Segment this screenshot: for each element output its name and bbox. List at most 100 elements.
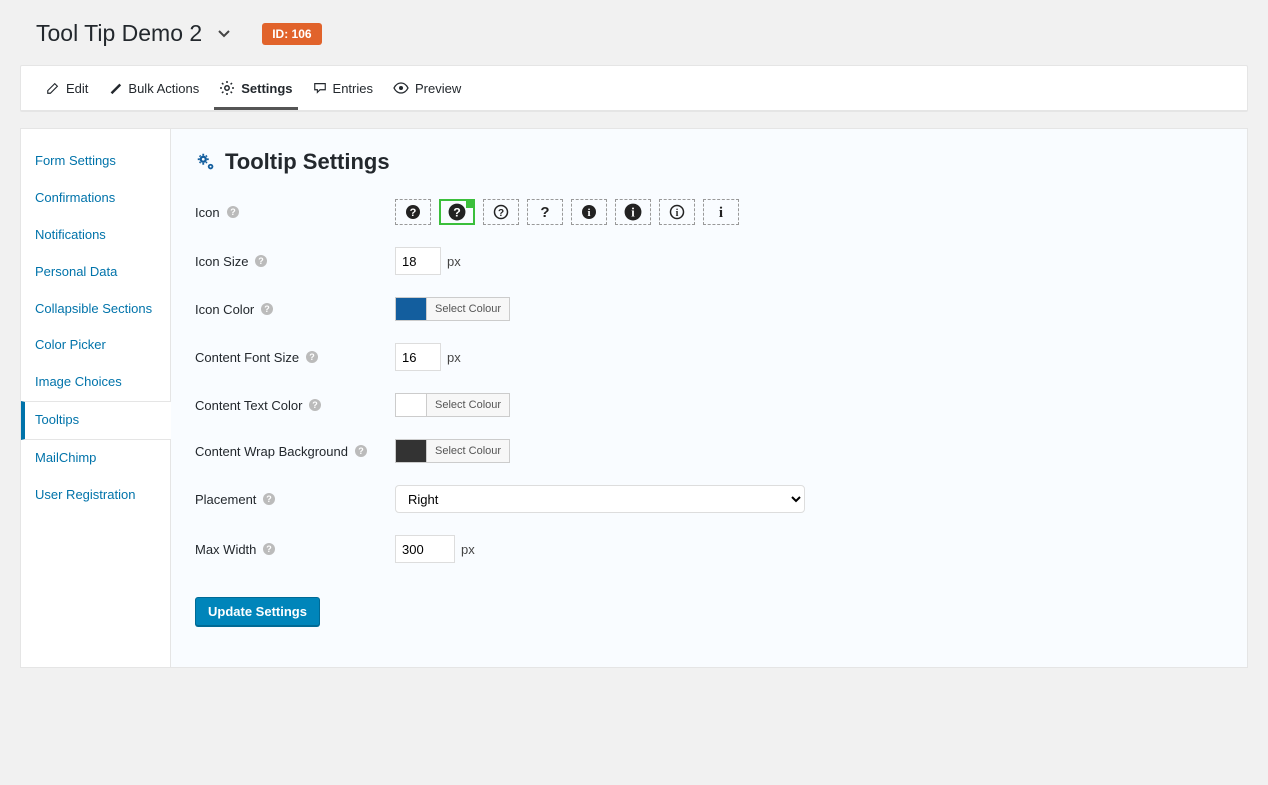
- row-placement: Placement ? Right: [195, 485, 1223, 513]
- sidebar-item-user-registration[interactable]: User Registration: [21, 477, 170, 514]
- tabs-card: Edit Bulk Actions Settings Entries Previ…: [20, 65, 1248, 112]
- content-card: Form Settings Confirmations Notification…: [20, 128, 1248, 668]
- help-icon[interactable]: ?: [262, 542, 276, 556]
- tab-edit[interactable]: Edit: [36, 66, 98, 110]
- edit-icon: [46, 81, 60, 95]
- label-content-wrap-bg: Content Wrap Background: [195, 444, 348, 459]
- label-content-font-size: Content Font Size: [195, 350, 299, 365]
- sidebar-item-collapsible-sections[interactable]: Collapsible Sections: [21, 291, 170, 328]
- main-title: Tooltip Settings: [195, 149, 1223, 175]
- icon-choice-3[interactable]: ?: [527, 199, 563, 225]
- row-max-width: Max Width ? px: [195, 535, 1223, 563]
- svg-text:?: ?: [453, 206, 461, 220]
- icon-choices: ? ? ? ? i: [395, 199, 739, 225]
- svg-text:?: ?: [267, 544, 273, 554]
- help-icon[interactable]: ?: [262, 492, 276, 506]
- pencil-icon: [108, 81, 122, 95]
- content-wrap-bg-swatch[interactable]: [395, 439, 427, 463]
- icon-choice-4[interactable]: i: [571, 199, 607, 225]
- label-icon-size: Icon Size: [195, 254, 248, 269]
- svg-text:?: ?: [410, 207, 417, 219]
- icon-color-button[interactable]: Select Colour: [427, 297, 510, 321]
- row-icon-color: Icon Color ? Select Colour: [195, 297, 1223, 321]
- svg-text:?: ?: [259, 256, 265, 266]
- label-max-width: Max Width: [195, 542, 256, 557]
- svg-text:?: ?: [309, 352, 315, 362]
- row-content-text-color: Content Text Color ? Select Colour: [195, 393, 1223, 417]
- page-header: Tool Tip Demo 2 ID: 106: [20, 10, 1248, 65]
- px-suffix: px: [447, 254, 461, 269]
- svg-text:i: i: [631, 206, 635, 220]
- sidebar-item-form-settings[interactable]: Form Settings: [21, 143, 170, 180]
- icon-color-swatch[interactable]: [395, 297, 427, 321]
- help-icon[interactable]: ?: [254, 254, 268, 268]
- sidebar-item-notifications[interactable]: Notifications: [21, 217, 170, 254]
- sidebar-item-image-choices[interactable]: Image Choices: [21, 364, 170, 401]
- sidebar-item-confirmations[interactable]: Confirmations: [21, 180, 170, 217]
- tab-label: Bulk Actions: [128, 81, 199, 96]
- svg-text:?: ?: [265, 304, 271, 314]
- label-content-text-color: Content Text Color: [195, 398, 302, 413]
- icon-size-input[interactable]: [395, 247, 441, 275]
- content-wrap-bg-button[interactable]: Select Colour: [427, 439, 510, 463]
- tabs: Edit Bulk Actions Settings Entries Previ…: [21, 66, 1247, 111]
- sidebar-item-personal-data[interactable]: Personal Data: [21, 254, 170, 291]
- label-icon: Icon: [195, 205, 220, 220]
- svg-text:i: i: [719, 205, 723, 220]
- icon-choice-2[interactable]: ?: [483, 199, 519, 225]
- tab-label: Edit: [66, 81, 88, 96]
- help-icon[interactable]: ?: [308, 398, 322, 412]
- help-icon[interactable]: ?: [305, 350, 319, 364]
- id-badge: ID: 106: [262, 23, 321, 45]
- gears-icon: [195, 151, 217, 173]
- row-icon: Icon ? ? ? ? ?: [195, 199, 1223, 225]
- tab-bulk-actions[interactable]: Bulk Actions: [98, 66, 209, 110]
- gear-icon: [219, 80, 235, 96]
- help-icon[interactable]: ?: [354, 444, 368, 458]
- tab-settings[interactable]: Settings: [209, 66, 302, 110]
- update-settings-button[interactable]: Update Settings: [195, 597, 320, 626]
- row-content-wrap-bg: Content Wrap Background ? Select Colour: [195, 439, 1223, 463]
- icon-choice-1[interactable]: ?: [439, 199, 475, 225]
- sidebar-item-mailchimp[interactable]: MailChimp: [21, 440, 170, 477]
- settings-sidebar: Form Settings Confirmations Notification…: [21, 129, 171, 667]
- row-icon-size: Icon Size ? px: [195, 247, 1223, 275]
- svg-text:?: ?: [267, 494, 273, 504]
- svg-text:i: i: [587, 207, 590, 219]
- placement-select[interactable]: Right: [395, 485, 805, 513]
- page-title: Tool Tip Demo 2: [36, 20, 202, 47]
- label-placement: Placement: [195, 492, 256, 507]
- tab-label: Settings: [241, 81, 292, 96]
- content-font-size-input[interactable]: [395, 343, 441, 371]
- svg-text:?: ?: [313, 400, 319, 410]
- px-suffix: px: [461, 542, 475, 557]
- help-icon[interactable]: ?: [226, 205, 240, 219]
- svg-text:?: ?: [540, 204, 549, 220]
- tab-label: Preview: [415, 81, 461, 96]
- svg-text:?: ?: [358, 446, 364, 456]
- main-title-text: Tooltip Settings: [225, 149, 390, 175]
- row-content-font-size: Content Font Size ? px: [195, 343, 1223, 371]
- svg-text:?: ?: [230, 207, 236, 217]
- max-width-input[interactable]: [395, 535, 455, 563]
- icon-choice-5[interactable]: i: [615, 199, 651, 225]
- sidebar-item-tooltips[interactable]: Tooltips: [21, 401, 171, 440]
- chevron-down-icon[interactable]: [216, 26, 232, 42]
- main-panel: Tooltip Settings Icon ? ? ?: [171, 129, 1247, 667]
- help-icon[interactable]: ?: [260, 302, 274, 316]
- icon-choice-0[interactable]: ?: [395, 199, 431, 225]
- sidebar-item-color-picker[interactable]: Color Picker: [21, 327, 170, 364]
- content-text-color-swatch[interactable]: [395, 393, 427, 417]
- eye-icon: [393, 81, 409, 95]
- svg-text:?: ?: [498, 208, 504, 219]
- icon-choice-6[interactable]: i: [659, 199, 695, 225]
- tab-entries[interactable]: Entries: [303, 66, 383, 110]
- px-suffix: px: [447, 350, 461, 365]
- tab-label: Entries: [333, 81, 373, 96]
- icon-choice-7[interactable]: i: [703, 199, 739, 225]
- comment-icon: [313, 81, 327, 95]
- tab-preview[interactable]: Preview: [383, 66, 471, 110]
- content-text-color-button[interactable]: Select Colour: [427, 393, 510, 417]
- svg-text:i: i: [676, 208, 679, 219]
- label-icon-color: Icon Color: [195, 302, 254, 317]
